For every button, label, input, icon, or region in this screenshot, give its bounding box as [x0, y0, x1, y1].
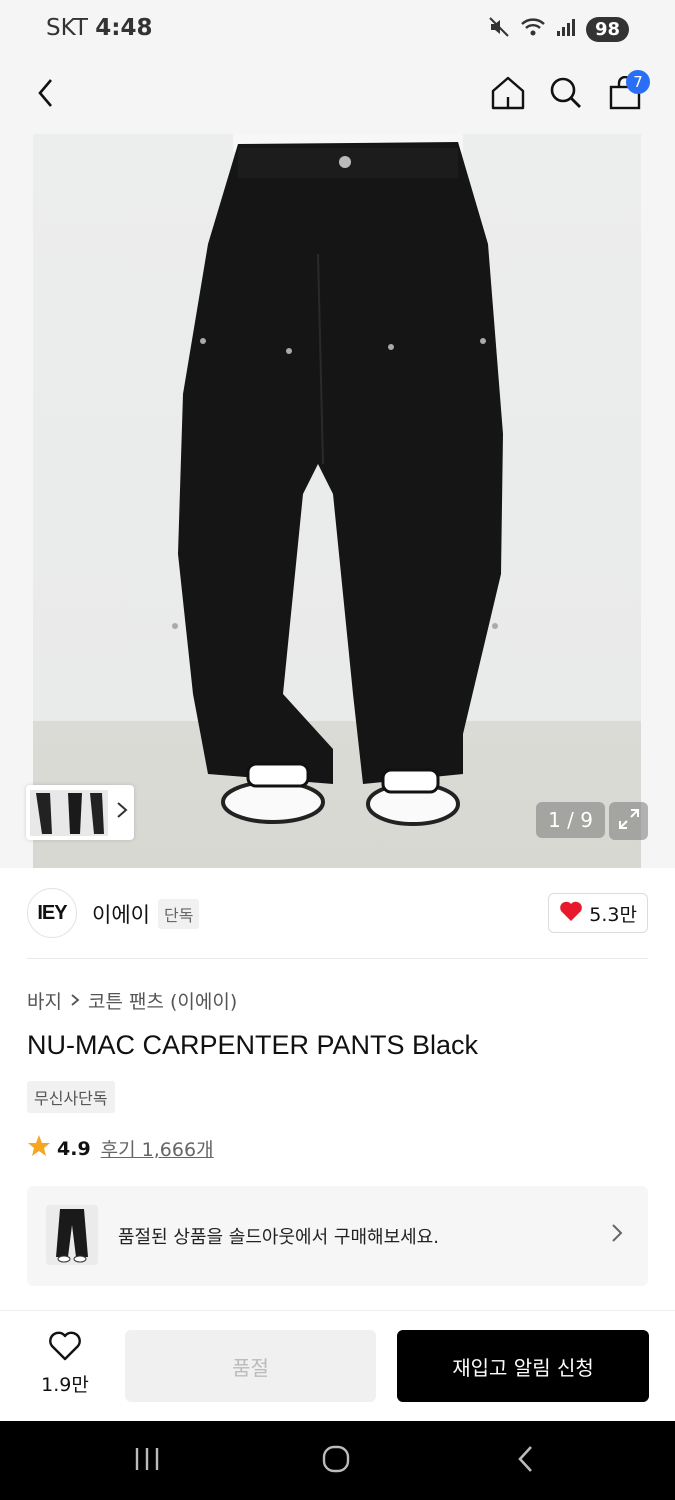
mute-icon: [488, 16, 510, 42]
star-icon: [27, 1134, 51, 1163]
battery-indicator: 98: [585, 16, 629, 42]
breadcrumb-category[interactable]: 바지: [27, 987, 62, 1014]
home-icon: [490, 75, 526, 115]
search-button[interactable]: [539, 68, 593, 122]
soldout-banner-text: 품절된 상품을 솔드아웃에서 구매해보세요.: [118, 1227, 439, 1248]
circle-home-icon: [321, 1444, 351, 1478]
brand-row: IEY 이에이 단독 5.3만: [0, 868, 675, 960]
recents-button[interactable]: [127, 1443, 167, 1479]
signal-icon: [556, 17, 576, 41]
chevron-right-icon: [610, 1222, 624, 1248]
bottom-action-bar: 1.9만 품절 재입고 알림 신청: [0, 1310, 675, 1420]
brand-like-count: 5.3만: [589, 903, 637, 926]
carrier: SKT: [46, 15, 88, 41]
thumbnail-strip-button[interactable]: [26, 785, 134, 840]
system-navigation-bar: [0, 1421, 675, 1500]
review-link[interactable]: 후기 1,666개: [101, 1135, 214, 1162]
system-back-button[interactable]: [506, 1443, 546, 1479]
soldout-product-thumbnail: [46, 1205, 98, 1265]
home-button[interactable]: [481, 68, 535, 122]
recents-icon: [133, 1446, 161, 1476]
clock: 4:48: [95, 15, 153, 41]
cart-count-badge: 7: [626, 70, 650, 94]
divider: [27, 958, 648, 959]
heart-outline-icon: [30, 1331, 100, 1366]
top-nav: 7: [0, 60, 675, 208]
rating-row: 4.9 후기 1,666개: [27, 1134, 214, 1163]
brand-like-button[interactable]: 5.3만: [548, 893, 648, 933]
product-title: NU-MAC CARPENTER PANTS Black: [27, 1030, 479, 1060]
chevron-left-icon: [36, 77, 56, 113]
cart-button[interactable]: 7: [598, 68, 652, 122]
search-icon: [549, 76, 583, 114]
product-photo: [33, 134, 641, 868]
back-arrow-icon: [516, 1444, 536, 1478]
chevron-right-icon: [116, 801, 128, 824]
image-counter: 1 / 9: [536, 802, 605, 838]
restock-alert-button[interactable]: 재입고 알림 신청: [397, 1330, 649, 1402]
breadcrumb-subcategory[interactable]: 코튼 팬츠 (이에이): [88, 987, 237, 1014]
expand-icon: [618, 808, 640, 834]
exclusive-badge: 무신사단독: [27, 1081, 115, 1113]
expand-button[interactable]: [609, 802, 648, 840]
brand-name[interactable]: 이에이: [92, 899, 150, 929]
wifi-icon: [520, 16, 546, 42]
home-system-button[interactable]: [316, 1443, 356, 1479]
breadcrumb: 바지 코튼 팬츠 (이에이): [27, 987, 237, 1014]
soldout-banner[interactable]: 품절된 상품을 솔드아웃에서 구매해보세요.: [27, 1186, 648, 1286]
brand-logo[interactable]: IEY: [27, 888, 77, 938]
thumbnail-image: [30, 789, 108, 836]
status-bar: SKT 4:48 98: [0, 0, 675, 60]
rating-score: 4.9: [57, 1137, 91, 1160]
heart-filled-icon: [559, 900, 583, 927]
exclusive-tag: 단독: [158, 899, 200, 929]
back-button[interactable]: [19, 68, 73, 122]
chevron-right-icon: [70, 990, 80, 1012]
wishlist-count: 1.9만: [41, 1374, 89, 1396]
wishlist-button[interactable]: 1.9만: [30, 1331, 100, 1397]
soldout-button: 품절: [125, 1330, 376, 1402]
product-image-gallery[interactable]: 1 / 9: [0, 130, 675, 868]
